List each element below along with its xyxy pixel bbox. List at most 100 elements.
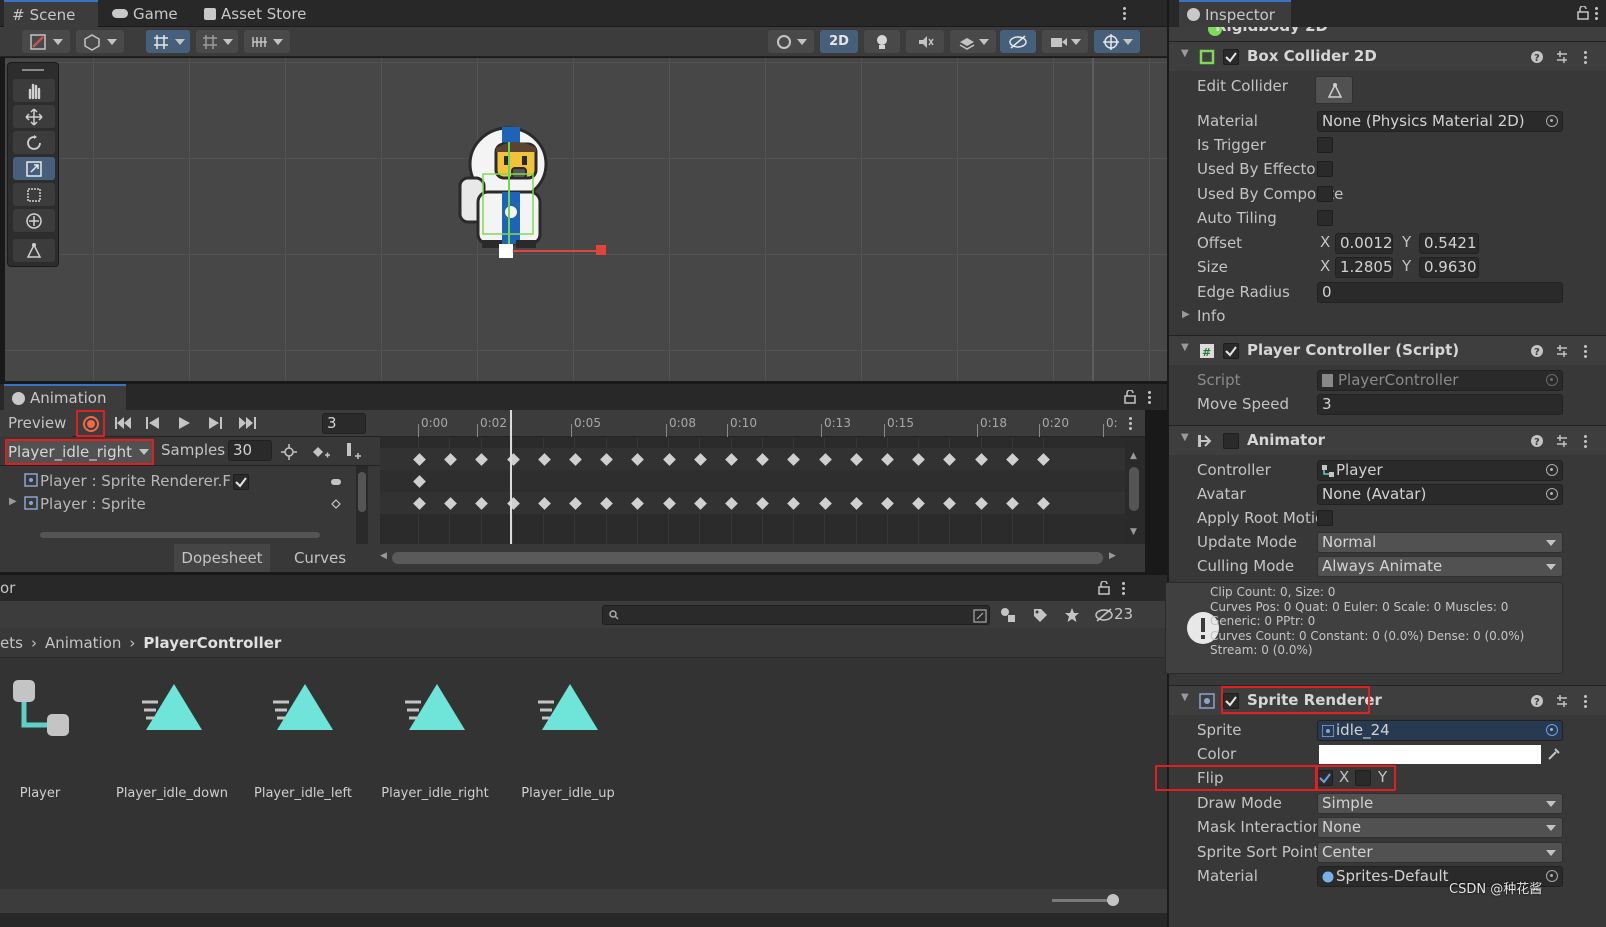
avatar-field[interactable]: None (Avatar) bbox=[1317, 484, 1563, 505]
gizmo-x-handle[interactable] bbox=[596, 245, 606, 255]
scene-menu-icon[interactable] bbox=[1117, 4, 1131, 22]
preset-icon[interactable] bbox=[1555, 344, 1569, 358]
property-row-sprite[interactable]: ▶ Player : Sprite bbox=[0, 493, 355, 515]
rigidbody-header[interactable]: Rigidbody 2D bbox=[1169, 27, 1606, 41]
timeline-ruler[interactable]: 0:00 0:02 0:05 0:08 0:10 0:13 0:15 0:18 0:20 0: bbox=[380, 410, 1145, 437]
color-swatch[interactable] bbox=[1319, 745, 1541, 764]
box-collider-enabled-checkbox[interactable] bbox=[1223, 49, 1239, 65]
breadcrumb-assets[interactable]: ets bbox=[0, 634, 23, 652]
move-tool-button[interactable] bbox=[13, 105, 55, 128]
properties-scrollbar[interactable] bbox=[356, 466, 368, 544]
help-icon[interactable]: ? bbox=[1530, 434, 1544, 448]
object-picker-icon[interactable] bbox=[1546, 115, 1558, 127]
update-mode-dropdown[interactable]: Normal bbox=[1317, 532, 1563, 553]
foldout-arrow-icon[interactable]: ▼ bbox=[1181, 692, 1189, 703]
icon-size-slider-track[interactable] bbox=[1052, 899, 1114, 902]
tab-asset-store[interactable]: Asset Store bbox=[196, 0, 314, 27]
preset-icon[interactable] bbox=[1555, 50, 1569, 64]
rotate-tool-button[interactable] bbox=[13, 131, 55, 154]
controller-field[interactable]: Player bbox=[1317, 460, 1563, 481]
camera-dropdown[interactable] bbox=[1042, 30, 1088, 53]
rect-tool-button[interactable] bbox=[13, 183, 55, 206]
gizmo-x-axis[interactable] bbox=[508, 250, 600, 252]
help-icon[interactable]: ? bbox=[1530, 694, 1544, 708]
breadcrumb-animation[interactable]: Animation bbox=[45, 634, 121, 652]
dopesheet[interactable]: ▲ ▼ bbox=[380, 410, 1145, 544]
offset-y-field[interactable]: 0.5421 bbox=[1419, 233, 1479, 254]
foldout-arrow-icon[interactable]: ▼ bbox=[1181, 432, 1189, 443]
lock-icon[interactable] bbox=[1577, 6, 1589, 20]
samples-field[interactable]: 30 bbox=[228, 440, 272, 461]
component-menu-icon[interactable] bbox=[1578, 342, 1592, 360]
help-icon[interactable]: ? bbox=[1530, 50, 1544, 64]
tab-game[interactable]: Game bbox=[104, 0, 186, 27]
help-icon[interactable]: ? bbox=[1530, 344, 1544, 358]
foldout-arrow-icon[interactable]: ▶ bbox=[1182, 309, 1190, 320]
increment-snap-button[interactable] bbox=[196, 30, 238, 53]
used-by-composite-checkbox[interactable] bbox=[1317, 186, 1333, 202]
timeline-menu-icon[interactable] bbox=[1123, 414, 1137, 432]
scroll-right-icon[interactable]: ▶ bbox=[1109, 551, 1116, 561]
component-menu-icon[interactable] bbox=[1578, 48, 1592, 66]
used-by-effector-checkbox[interactable] bbox=[1317, 161, 1333, 177]
filter-by-type-icon[interactable] bbox=[1000, 607, 1016, 623]
label-icon[interactable] bbox=[1032, 607, 1048, 623]
playhead[interactable] bbox=[510, 410, 512, 544]
component-menu-icon[interactable] bbox=[1578, 692, 1592, 710]
frame-field[interactable]: 3 bbox=[322, 413, 366, 434]
edit-collider-tool-button[interactable] bbox=[13, 239, 55, 262]
scale-tool-button[interactable] bbox=[13, 157, 55, 180]
dopesheet-vscrollbar[interactable]: ▲ ▼ bbox=[1125, 437, 1145, 544]
add-keyframe-icon[interactable] bbox=[312, 444, 330, 460]
draw-mode-circle-dropdown[interactable] bbox=[768, 30, 814, 53]
expand-arrow-icon[interactable]: ▶ bbox=[9, 496, 17, 507]
sprite-renderer-header[interactable]: ▼ Sprite Renderer ? bbox=[1169, 685, 1606, 715]
eyedropper-icon[interactable] bbox=[1546, 746, 1562, 762]
animation-menu-icon[interactable] bbox=[1142, 388, 1156, 406]
next-keyframe-icon[interactable] bbox=[208, 416, 222, 430]
offset-x-field[interactable]: 0.0012 bbox=[1335, 233, 1393, 254]
object-picker-icon[interactable] bbox=[1546, 724, 1558, 736]
animator-enabled-checkbox[interactable] bbox=[1223, 433, 1239, 449]
project-search-input[interactable] bbox=[602, 605, 990, 625]
key-diamond-icon[interactable] bbox=[331, 499, 341, 509]
info-foldout[interactable]: ▶ Info bbox=[1169, 304, 1606, 328]
key-dot-icon[interactable] bbox=[331, 479, 341, 485]
draw-mode-dropdown[interactable] bbox=[22, 30, 70, 53]
auto-tiling-checkbox[interactable] bbox=[1317, 210, 1333, 226]
move-speed-field[interactable]: 3 bbox=[1317, 394, 1563, 415]
object-picker-icon[interactable] bbox=[1546, 464, 1558, 476]
eye-hidden-icon[interactable] bbox=[1094, 608, 1114, 622]
lock-icon[interactable] bbox=[1124, 390, 1136, 404]
preset-icon[interactable] bbox=[1555, 694, 1569, 708]
tab-scene[interactable]: # Scene bbox=[4, 0, 98, 27]
add-event-icon[interactable] bbox=[345, 442, 363, 460]
scroll-left-icon[interactable]: ◀ bbox=[380, 551, 387, 561]
project-menu-icon[interactable] bbox=[1116, 579, 1130, 597]
object-picker-icon[interactable] bbox=[1546, 488, 1558, 500]
culling-mode-dropdown[interactable]: Always Animate bbox=[1317, 556, 1563, 577]
flip-property-checkbox[interactable] bbox=[233, 474, 249, 490]
physics-material-field[interactable]: None (Physics Material 2D) bbox=[1317, 111, 1563, 132]
foldout-arrow-icon[interactable]: ▼ bbox=[1181, 342, 1189, 353]
drag-handle[interactable] bbox=[22, 69, 44, 71]
properties-hscrollbar[interactable] bbox=[40, 532, 320, 538]
timeline-hscrollbar[interactable]: ◀ ▶ bbox=[380, 544, 1145, 572]
foldout-arrow-icon[interactable]: ▼ bbox=[1181, 48, 1189, 59]
size-y-field[interactable]: 0.9630 bbox=[1419, 257, 1479, 278]
mask-interaction-dropdown[interactable]: None bbox=[1317, 817, 1563, 838]
lighting-toggle[interactable] bbox=[864, 30, 900, 53]
is-trigger-checkbox[interactable] bbox=[1317, 137, 1333, 153]
gizmo-center-handle[interactable] bbox=[499, 244, 513, 258]
draw-mode-dropdown[interactable]: Simple bbox=[1317, 793, 1563, 814]
edge-radius-field[interactable]: 0 bbox=[1317, 282, 1563, 303]
tab-curves[interactable]: Curves bbox=[272, 544, 368, 572]
tab-dopesheet[interactable]: Dopesheet bbox=[174, 544, 270, 572]
gizmos-dropdown[interactable] bbox=[1094, 30, 1140, 53]
audio-toggle[interactable] bbox=[906, 30, 944, 53]
hand-tool-button[interactable] bbox=[13, 79, 55, 102]
search-options-icon[interactable] bbox=[973, 609, 987, 623]
animator-header[interactable]: ▼ Animator ? bbox=[1169, 425, 1606, 455]
box-collider-header[interactable]: ▼ Box Collider 2D ? bbox=[1169, 41, 1606, 71]
shading-dropdown[interactable] bbox=[76, 30, 124, 53]
